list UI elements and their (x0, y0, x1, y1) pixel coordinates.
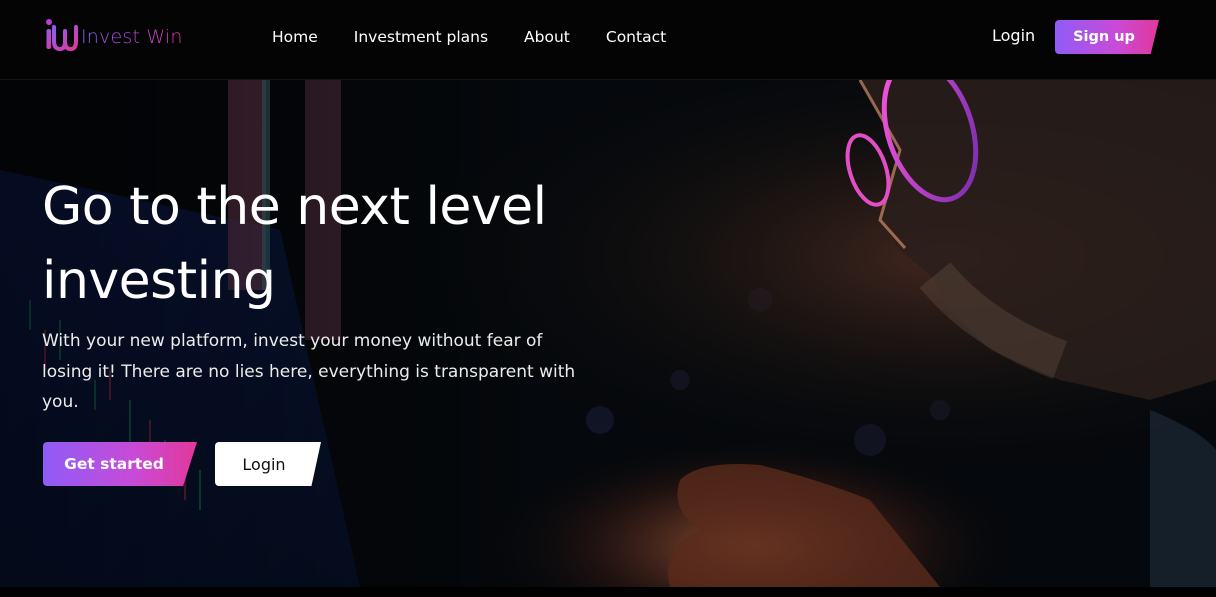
nav-link-investment-plans[interactable]: Investment plans (354, 27, 488, 47)
hero-login-button[interactable]: Login (215, 442, 321, 486)
nav-link-about[interactable]: About (524, 27, 570, 47)
page-bottom-edge (0, 587, 1216, 597)
hero-subtext: With your new platform, invest your mone… (42, 331, 576, 412)
get-started-button[interactable]: Get started (43, 442, 197, 486)
hero-section: Go to the next level investing With your… (0, 80, 1216, 587)
main-nav: Home Investment plans About Contact (272, 27, 666, 47)
nav-login-link[interactable]: Login (992, 26, 1035, 46)
brand-name: Invest Win (81, 26, 183, 48)
nav-link-home[interactable]: Home (272, 27, 318, 47)
brand-logo[interactable]: Invest Win (45, 17, 183, 53)
signup-button[interactable]: Sign up (1055, 20, 1159, 54)
nav-link-contact[interactable]: Contact (606, 27, 666, 47)
invest-win-logo-icon (45, 17, 79, 53)
top-navbar: Invest Win Home Investment plans About C… (0, 0, 1216, 80)
hero-headline: Go to the next level investing (42, 177, 547, 311)
